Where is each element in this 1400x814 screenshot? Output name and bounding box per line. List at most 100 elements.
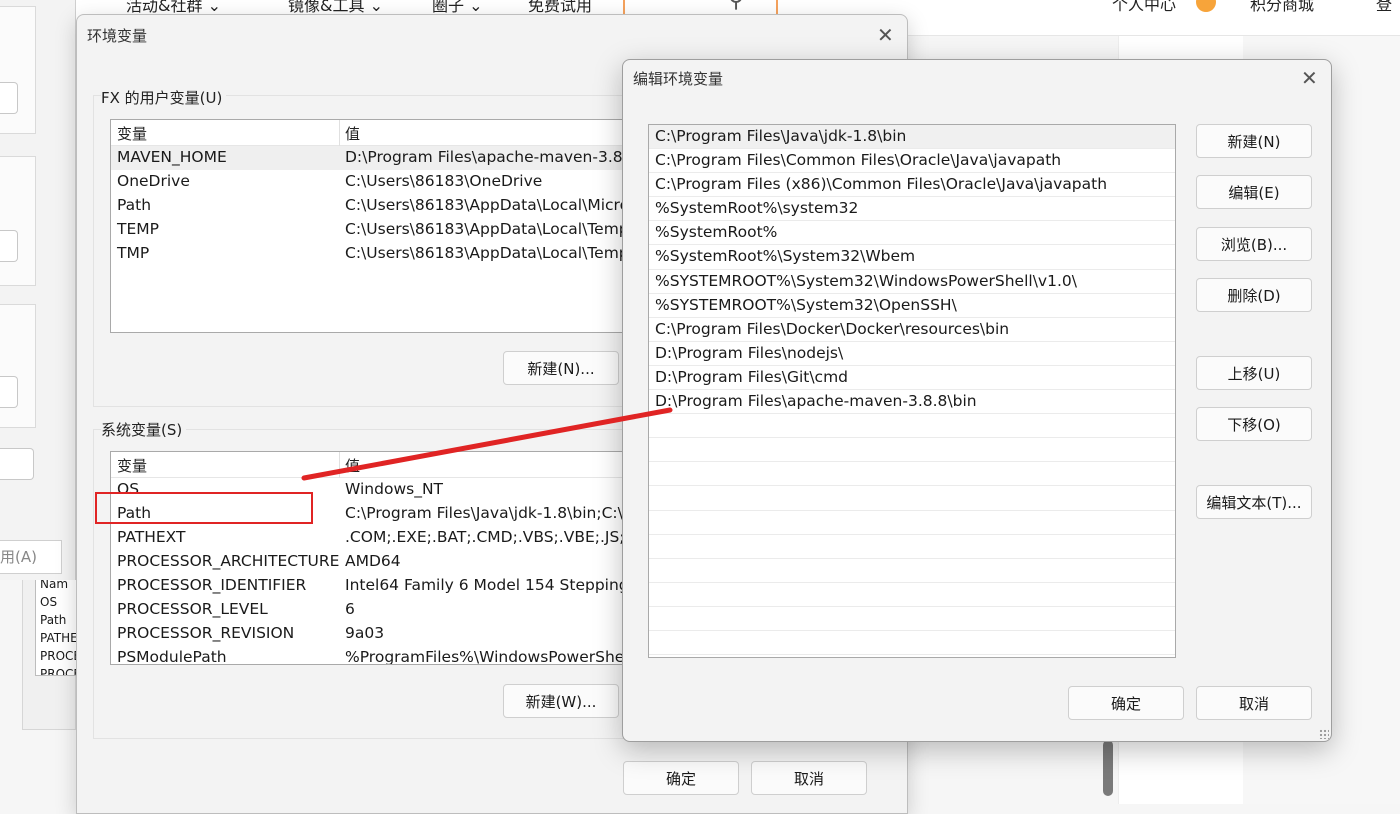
- list-item[interactable]: [649, 414, 1175, 439]
- user-new-button[interactable]: 新建(N)...: [503, 351, 619, 385]
- table-row[interactable]: PROCESSOR_REVISION 9a03: [111, 622, 629, 646]
- list-item[interactable]: [649, 438, 1175, 463]
- path-entries-list[interactable]: C:\Program Files\Java\jdk-1.8\bin C:\Pro…: [648, 124, 1176, 658]
- variable-name: TMP: [117, 244, 150, 262]
- user-variables-table[interactable]: 变量 值 MAVEN_HOME D:\Program Files\apache-…: [110, 119, 630, 333]
- variable-name: PATHEXT: [117, 528, 186, 546]
- variable-name: PROCESSOR_ARCHITECTURE: [117, 552, 340, 570]
- list-item[interactable]: D:\Program Files\nodejs\: [649, 342, 1175, 366]
- table-row[interactable]: PROCESSOR_ARCHITECTURE AMD64: [111, 550, 629, 574]
- list-item[interactable]: D:\Program Files\Git\cmd: [649, 366, 1175, 391]
- table-row[interactable]: PATHEXT .COM;.EXE;.BAT;.CMD;.VBS;.VBE;.J…: [111, 526, 629, 550]
- variable-value: C:\Users\86183\AppData\Local\Micro: [345, 196, 630, 214]
- variable-name: PROCESSOR_LEVEL: [117, 600, 268, 618]
- new-path-button[interactable]: 新建(N): [1196, 124, 1312, 158]
- list-item[interactable]: %SYSTEMROOT%\System32\OpenSSH\: [649, 294, 1175, 318]
- background-card: [0, 304, 36, 428]
- list-item[interactable]: C:\Program Files (x86)\Common Files\Orac…: [649, 173, 1175, 198]
- variable-value: 6: [345, 600, 355, 618]
- table-row[interactable]: PSModulePath %ProgramFiles%\WindowsPower…: [111, 646, 630, 665]
- variable-name: PROCESSOR_IDENTIFIER: [117, 576, 307, 594]
- list-item[interactable]: %SystemRoot%\System32\Wbem: [649, 245, 1175, 270]
- column-divider[interactable]: [339, 452, 340, 478]
- list-item[interactable]: C:\Program Files\Java\jdk-1.8\bin: [649, 125, 1175, 150]
- column-header-variable[interactable]: 变量: [117, 455, 147, 476]
- variable-value: %ProgramFiles%\WindowsPowerShell: [345, 648, 630, 665]
- variable-value: C:\Program Files\Java\jdk-1.8\bin;C:\P: [345, 504, 630, 522]
- background-input[interactable]: [0, 230, 18, 262]
- background-input[interactable]: [0, 448, 34, 480]
- avatar-icon[interactable]: [1196, 0, 1216, 12]
- list-item[interactable]: [649, 631, 1175, 656]
- edit-text-button[interactable]: 编辑文本(T)...: [1196, 485, 1312, 519]
- dialog-title: 环境变量: [87, 27, 148, 45]
- list-item[interactable]: C:\Program Files\Common Files\Oracle\Jav…: [649, 149, 1175, 174]
- table-row[interactable]: OneDrive C:\Users\86183\OneDrive: [111, 170, 629, 194]
- table-row[interactable]: Path C:\Users\86183\AppData\Local\Micro: [111, 194, 629, 218]
- cancel-button[interactable]: 取消: [1196, 686, 1312, 720]
- list-item: Path: [40, 613, 67, 627]
- ok-button[interactable]: 确定: [623, 761, 739, 795]
- list-item[interactable]: D:\Program Files\apache-maven-3.8.8\bin: [649, 390, 1175, 415]
- cancel-button[interactable]: 取消: [751, 761, 867, 795]
- list-item[interactable]: %SystemRoot%: [649, 221, 1175, 246]
- column-header-variable[interactable]: 变量: [117, 123, 147, 144]
- list-item[interactable]: [649, 486, 1175, 511]
- ok-button[interactable]: 确定: [1068, 686, 1184, 720]
- variable-name: PROCESSOR_REVISION: [117, 624, 295, 642]
- variable-name: TEMP: [117, 220, 159, 238]
- list-item[interactable]: [649, 462, 1175, 487]
- close-icon[interactable]: ✕: [1301, 68, 1318, 88]
- list-item: PROCE: [40, 667, 77, 676]
- list-item[interactable]: [649, 583, 1175, 607]
- user-center-link[interactable]: 个人中心: [1112, 0, 1176, 15]
- login-link[interactable]: 登: [1376, 0, 1392, 15]
- resize-grip[interactable]: [1319, 729, 1329, 739]
- list-item: OS: [40, 595, 58, 609]
- edit-environment-variable-dialog: 编辑环境变量 ✕ C:\Program Files\Java\jdk-1.8\b…: [622, 59, 1332, 742]
- edit-path-button[interactable]: 编辑(E): [1196, 175, 1312, 209]
- variable-value: D:\Program Files\apache-maven-3.8.8: [345, 148, 630, 166]
- browse-button[interactable]: 浏览(B)...: [1196, 227, 1312, 261]
- variable-value: C:\Users\86183\AppData\Local\Temp: [345, 244, 629, 262]
- close-icon[interactable]: ✕: [877, 25, 894, 45]
- system-variables-label: 系统变量(S): [101, 419, 187, 440]
- system-variables-table[interactable]: 变量 值 OS Windows_NT Path C:\Program Files…: [110, 451, 630, 665]
- background-dialog: 用(A): [0, 0, 76, 580]
- list-item[interactable]: [649, 511, 1175, 535]
- list-item[interactable]: [649, 607, 1175, 631]
- list-item[interactable]: C:\Program Files\Docker\Docker\resources…: [649, 318, 1175, 342]
- variable-name: MAVEN_HOME: [117, 148, 227, 166]
- scrollbar-thumb[interactable]: [1103, 740, 1113, 796]
- apply-button[interactable]: 用(A): [0, 540, 62, 574]
- table-row[interactable]: PROCESSOR_IDENTIFIER Intel64 Family 6 Mo…: [111, 574, 629, 598]
- variable-value: 9a03: [345, 624, 385, 642]
- table-header: 变量 值: [111, 452, 629, 478]
- column-divider[interactable]: [339, 120, 340, 146]
- table-row[interactable]: TMP C:\Users\86183\AppData\Local\Temp: [111, 242, 629, 266]
- move-down-button[interactable]: 下移(O): [1196, 407, 1312, 441]
- background-card: [0, 6, 36, 134]
- table-row[interactable]: PROCESSOR_LEVEL 6: [111, 598, 629, 622]
- search-icon[interactable]: ⚲: [728, 0, 744, 13]
- variable-name: PSModulePath: [117, 648, 227, 665]
- list-item[interactable]: [649, 559, 1175, 583]
- background-input[interactable]: [0, 376, 18, 408]
- table-row[interactable]: TEMP C:\Users\86183\AppData\Local\Temp: [111, 218, 629, 242]
- variable-name: OneDrive: [117, 172, 190, 190]
- user-variables-label: FX 的用户变量(U): [101, 87, 227, 108]
- variable-value: AMD64: [345, 552, 401, 570]
- points-mall-link[interactable]: 积分商城: [1250, 0, 1314, 15]
- column-header-value[interactable]: 值: [345, 455, 360, 476]
- table-row[interactable]: MAVEN_HOME D:\Program Files\apache-maven…: [111, 146, 629, 170]
- list-item: PROCE: [40, 649, 77, 663]
- list-item[interactable]: %SystemRoot%\system32: [649, 197, 1175, 222]
- system-new-button[interactable]: 新建(W)...: [503, 684, 619, 718]
- dialog-title: 编辑环境变量: [633, 70, 724, 88]
- move-up-button[interactable]: 上移(U): [1196, 356, 1312, 390]
- background-input[interactable]: [0, 82, 18, 114]
- list-item[interactable]: %SYSTEMROOT%\System32\WindowsPowerShell\…: [649, 270, 1175, 294]
- column-header-value[interactable]: 值: [345, 123, 360, 144]
- list-item[interactable]: [649, 535, 1175, 559]
- delete-button[interactable]: 删除(D): [1196, 278, 1312, 312]
